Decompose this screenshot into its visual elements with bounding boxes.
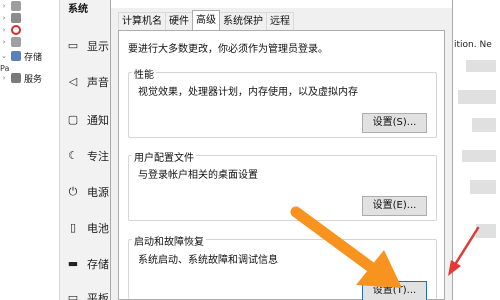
system-properties-dialog: 计算机名 硬件 高级 系统保护 远程 要进行大多数更改，你必须作为管理员登录。 … (110, 0, 453, 300)
explorer-item-label: 服务 (24, 74, 43, 85)
side-text: Pa (0, 64, 10, 73)
group-startup-recovery: 启动和故障恢复 系统启动、系统故障和调试信息 设置(T)... (128, 233, 437, 300)
nav-label: 通知 (87, 114, 109, 127)
speaker-icon: ◁ (68, 75, 78, 88)
nav-label: 平板 (87, 292, 109, 300)
pixelated-block (466, 60, 496, 72)
drive-icon (11, 1, 21, 11)
tab-panel-advanced: 要进行大多数更改，你必须作为管理员登录。 性能 视觉效果，处理器计划，内存使用，… (118, 30, 445, 300)
drive-icon (11, 13, 21, 23)
pixelated-block (472, 118, 496, 132)
group-description: 系统启动、系统故障和调试信息 (138, 255, 278, 266)
notification-icon: ▢ (67, 113, 79, 126)
background-text: ition. Ne (454, 40, 492, 50)
nav-item-sound[interactable]: ◁ 声音 (60, 68, 110, 96)
explorer-item[interactable]: › (0, 12, 21, 24)
nav-label: 存储 (87, 258, 109, 271)
nav-item-display[interactable]: ▭ 显示 (60, 32, 110, 60)
chevron-right-icon[interactable]: › (0, 38, 8, 46)
user-profiles-settings-button[interactable]: 设置(E)... (362, 196, 427, 216)
tab-bar: 计算机名 硬件 高级 系统保护 远程 (118, 10, 294, 30)
group-title: 性能 (132, 66, 156, 81)
nav-label: 电源 (87, 186, 109, 199)
forbidden-icon (11, 25, 21, 35)
monitor-icon: ▭ (67, 39, 79, 52)
drive-icon (11, 37, 21, 47)
tablet-icon: ▭ (67, 291, 79, 300)
storage-icon (11, 51, 21, 61)
chevron-down-icon[interactable]: ⌄ (0, 52, 8, 60)
admin-note: 要进行大多数更改，你必须作为管理员登录。 (128, 44, 328, 55)
settings-title: 系统 (68, 4, 88, 15)
tab-remote[interactable]: 远程 (266, 12, 294, 30)
dialog-titlebar[interactable] (111, 0, 452, 8)
battery-icon: ▯ (69, 221, 77, 234)
nav-item-storage[interactable]: ▬ 存储 (60, 250, 110, 278)
pixelated-block (458, 90, 496, 104)
nav-label: 声音 (87, 76, 109, 89)
group-performance: 性能 视觉效果，处理器计划，内存使用，以及虚拟内存 设置(S)... (128, 66, 437, 138)
storage-icon: ▬ (67, 257, 79, 270)
nav-label: 专注 (87, 150, 109, 163)
chevron-right-icon[interactable]: › (0, 74, 8, 82)
chevron-right-icon[interactable]: › (0, 26, 8, 34)
explorer-item-label: 存储 (24, 52, 43, 63)
pixelated-block (470, 180, 496, 194)
group-description: 与登录帐户相关的桌面设置 (138, 170, 258, 181)
pixelated-block (476, 224, 496, 238)
explorer-item[interactable]: › (0, 24, 21, 36)
chevron-right-icon[interactable]: › (0, 2, 8, 10)
performance-settings-button[interactable]: 设置(S)... (362, 113, 427, 133)
group-description: 视觉效果，处理器计划，内存使用，以及虚拟内存 (138, 87, 358, 98)
pixelated-block (462, 150, 496, 162)
group-title: 启动和故障恢复 (132, 233, 206, 248)
nav-item-tablet[interactable]: ▭ 平板 (60, 284, 110, 300)
explorer-item[interactable]: › (0, 36, 21, 48)
nav-item-notifications[interactable]: ▢ 通知 (60, 106, 110, 134)
background-window: ition. Ne (452, 0, 500, 300)
tab-hardware[interactable]: 硬件 (165, 12, 193, 30)
nav-item-power[interactable]: ⏻ 电源 (60, 178, 110, 206)
services-icon (11, 73, 21, 83)
explorer-item[interactable]: › (0, 0, 21, 12)
explorer-item-storage[interactable]: ⌄ 存储 (0, 50, 43, 63)
startup-recovery-settings-button[interactable]: 设置(T)... (362, 281, 427, 300)
nav-item-focus[interactable]: ☾ 专注 (60, 142, 110, 170)
group-user-profiles: 用户配置文件 与登录帐户相关的桌面设置 设置(E)... (128, 149, 437, 221)
tab-computer-name[interactable]: 计算机名 (118, 12, 166, 30)
moon-icon: ☾ (68, 149, 78, 162)
tab-advanced[interactable]: 高级 (192, 10, 220, 30)
nav-label: 电池 (87, 222, 109, 235)
explorer-item-services[interactable]: › 服务 (0, 72, 43, 85)
nav-item-battery[interactable]: ▯ 电池 (60, 214, 110, 242)
power-icon: ⏻ (68, 185, 78, 198)
settings-sidebar: 系统 ▭ 显示 ◁ 声音 ▢ 通知 ☾ 专注 ⏻ 电源 ▯ 电池 ▬ 存储 ▭ … (60, 0, 110, 300)
nav-label: 显示 (87, 40, 109, 53)
chevron-right-icon[interactable]: › (0, 14, 8, 22)
tab-system-protection[interactable]: 系统保护 (219, 12, 267, 30)
group-title: 用户配置文件 (132, 149, 196, 164)
explorer-pane: › › › › ⌄ 存储 › 服务 Pa (0, 0, 60, 300)
